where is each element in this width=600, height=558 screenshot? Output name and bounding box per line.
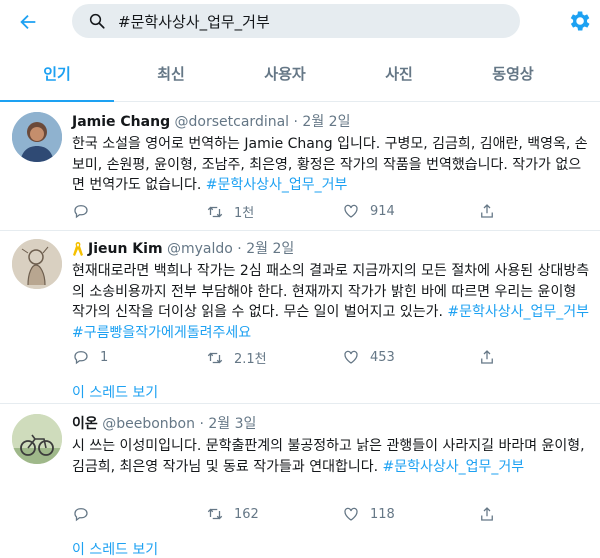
tweet-date[interactable]: 2월 2일: [302, 114, 350, 130]
tweet[interactable]: 이온 @beebonbon · 2월 3일 시 쓰는 이성미입니다. 문학출판계…: [0, 404, 600, 558]
like-icon: [344, 350, 358, 364]
search-icon: [89, 13, 105, 29]
tab-videos[interactable]: 동영상: [456, 48, 570, 101]
tweet-date[interactable]: 2월 3일: [208, 416, 256, 432]
tab-top[interactable]: 인기: [0, 48, 114, 102]
yellow-ribbon-icon: [73, 242, 83, 256]
reply-icon: [74, 351, 88, 365]
share-button[interactable]: [478, 202, 496, 220]
separator-dot: ·: [293, 114, 298, 130]
tweet-actions: 1 2.1천 453: [72, 348, 512, 370]
reply-button[interactable]: 1: [72, 348, 108, 366]
hashtag-link[interactable]: #문학사상사_업무_거부: [206, 177, 348, 193]
tweet-date[interactable]: 2월 2일: [246, 241, 294, 257]
like-button[interactable]: 453: [342, 348, 395, 366]
hashtag-link[interactable]: #문학사상사_업무_거부: [383, 459, 525, 475]
author-handle[interactable]: @myaldo: [167, 241, 233, 257]
tweet-text: 현재대로라면 백희나 작가는 2심 패소의 결과로 지금까지의 모든 절차에 사…: [72, 261, 592, 343]
reply-icon: [74, 508, 88, 522]
share-button[interactable]: [478, 505, 496, 523]
tab-photos[interactable]: 사진: [342, 48, 456, 101]
reply-count: 1: [100, 349, 109, 365]
tweet-header: Jieun Kim @myaldo · 2월 2일: [72, 239, 592, 259]
search-box[interactable]: [72, 4, 520, 38]
tweet-actions: 162 118: [72, 505, 512, 527]
retweet-button[interactable]: 162: [206, 505, 259, 523]
tweet-header: Jamie Chang @dorsetcardinal · 2월 2일: [72, 112, 592, 132]
like-icon: [344, 507, 358, 521]
retweet-button[interactable]: 1천: [206, 202, 254, 221]
author-handle[interactable]: @dorsetcardinal: [175, 114, 290, 130]
like-icon: [344, 204, 358, 218]
share-icon: [481, 350, 493, 364]
tab-people[interactable]: 사용자: [228, 48, 342, 101]
like-button[interactable]: 118: [342, 505, 395, 523]
show-thread-link[interactable]: 이 스레드 보기: [72, 382, 158, 402]
tweet-text: 시 쓰는 이성미입니다. 문학출판계의 불공정하고 낡은 관행들이 사라지길 바…: [72, 436, 592, 477]
gear-icon[interactable]: [566, 8, 592, 34]
reply-icon: [74, 205, 88, 219]
share-icon: [481, 507, 493, 521]
avatar[interactable]: [12, 239, 62, 289]
tweet[interactable]: Jieun Kim @myaldo · 2월 2일 현재대로라면 백희나 작가는…: [0, 231, 600, 403]
search-input[interactable]: [118, 4, 508, 38]
like-count: 914: [370, 203, 395, 219]
tweet[interactable]: Jamie Chang @dorsetcardinal · 2월 2일 한국 소…: [0, 102, 600, 230]
reply-button[interactable]: [72, 505, 100, 523]
show-thread-link[interactable]: 이 스레드 보기: [72, 539, 158, 558]
back-button[interactable]: [14, 8, 42, 36]
retweet-icon: [207, 206, 223, 217]
search-tabs: 인기 최신 사용자 사진 동영상: [0, 48, 600, 102]
tab-latest[interactable]: 최신: [114, 48, 228, 101]
avatar[interactable]: [12, 414, 62, 464]
author-name[interactable]: Jamie Chang: [72, 114, 170, 130]
retweet-count: 1천: [234, 206, 255, 221]
like-count: 453: [370, 349, 395, 365]
back-arrow-icon: [20, 14, 36, 30]
like-button[interactable]: 914: [342, 202, 395, 220]
tweet-text: 한국 소설을 영어로 번역하는 Jamie Chang 입니다. 구병모, 김금…: [72, 134, 592, 196]
retweet-count: 162: [234, 506, 259, 522]
author-name[interactable]: 이온: [72, 416, 98, 432]
tweet-header: 이온 @beebonbon · 2월 3일: [72, 414, 592, 434]
retweet-icon: [207, 508, 223, 520]
separator-dot: ·: [199, 416, 204, 432]
tweet-actions: 1천 914: [72, 202, 512, 224]
reply-button[interactable]: [72, 202, 100, 220]
retweet-button[interactable]: 2.1천: [206, 348, 267, 367]
top-bar: [0, 0, 600, 44]
retweet-icon: [207, 352, 223, 363]
author-name[interactable]: Jieun Kim: [88, 241, 163, 257]
share-icon: [481, 204, 493, 218]
retweet-count: 2.1천: [234, 352, 267, 367]
share-button[interactable]: [478, 348, 496, 366]
avatar[interactable]: [12, 112, 62, 162]
author-handle[interactable]: @beebonbon: [102, 416, 195, 432]
like-count: 118: [370, 506, 395, 522]
separator-dot: ·: [237, 241, 242, 257]
